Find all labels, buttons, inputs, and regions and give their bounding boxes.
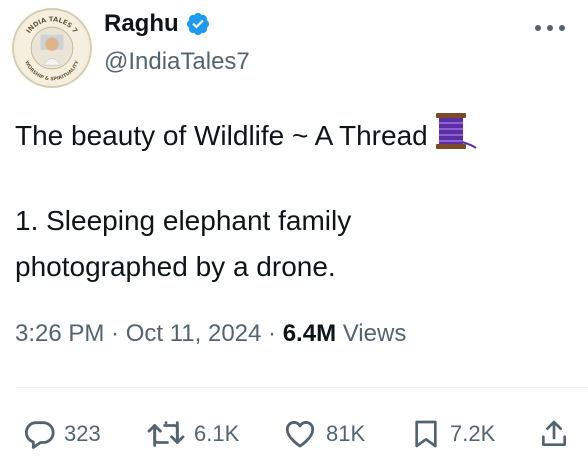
author-handle[interactable]: @IndiaTales7: [104, 48, 250, 76]
views-count: 6.4M: [282, 320, 337, 347]
author-name[interactable]: Raghu: [104, 10, 179, 38]
share-icon: [542, 420, 566, 446]
verified-badge-icon: [186, 12, 209, 36]
reply-count: 323: [64, 421, 101, 446]
tweet-text-line-3: photographed by a drone.: [15, 251, 336, 282]
divider: [15, 387, 588, 388]
tweet-text-line-2: 1. Sleeping elephant family: [15, 205, 352, 236]
repost-count: 6.1K: [194, 421, 240, 446]
views-label: Views: [336, 320, 407, 347]
repost-button[interactable]: 6.1K: [146, 414, 239, 454]
tweet-date[interactable]: Oct 11, 2024: [126, 320, 262, 347]
author-name-row: Raghu: [104, 10, 211, 38]
bookmark-button[interactable]: 7.2K: [410, 414, 495, 454]
avatar[interactable]: INDIA TALES 7 WORSHIP & SPIRITUALITY: [12, 8, 92, 88]
tweet-time[interactable]: 3:26 PM: [15, 320, 104, 347]
meta-separator: ·: [104, 320, 126, 347]
spool-emoji-icon: [435, 113, 477, 149]
avatar-logo: INDIA TALES 7 WORSHIP & SPIRITUALITY: [15, 11, 89, 85]
share-button[interactable]: [538, 414, 570, 454]
tweet-meta: 3:26 PM · Oct 11, 2024 · 6.4M Views: [15, 320, 406, 348]
more-icon[interactable]: [520, 14, 580, 42]
meta-separator: ·: [261, 320, 283, 347]
bookmark-icon: [415, 420, 437, 448]
reply-button[interactable]: 323: [22, 414, 101, 454]
like-button[interactable]: 81K: [282, 414, 365, 454]
like-count: 81K: [326, 421, 366, 446]
tweet-line-1: The beauty of Wildlife ~ A Thread: [15, 120, 428, 151]
reply-icon: [24, 421, 55, 449]
repost-icon: [147, 421, 185, 447]
like-icon: [285, 421, 315, 448]
bookmark-count: 7.2K: [450, 421, 496, 446]
tweet-text-line-1: The beauty of Wildlife ~ A Thread: [15, 112, 478, 155]
